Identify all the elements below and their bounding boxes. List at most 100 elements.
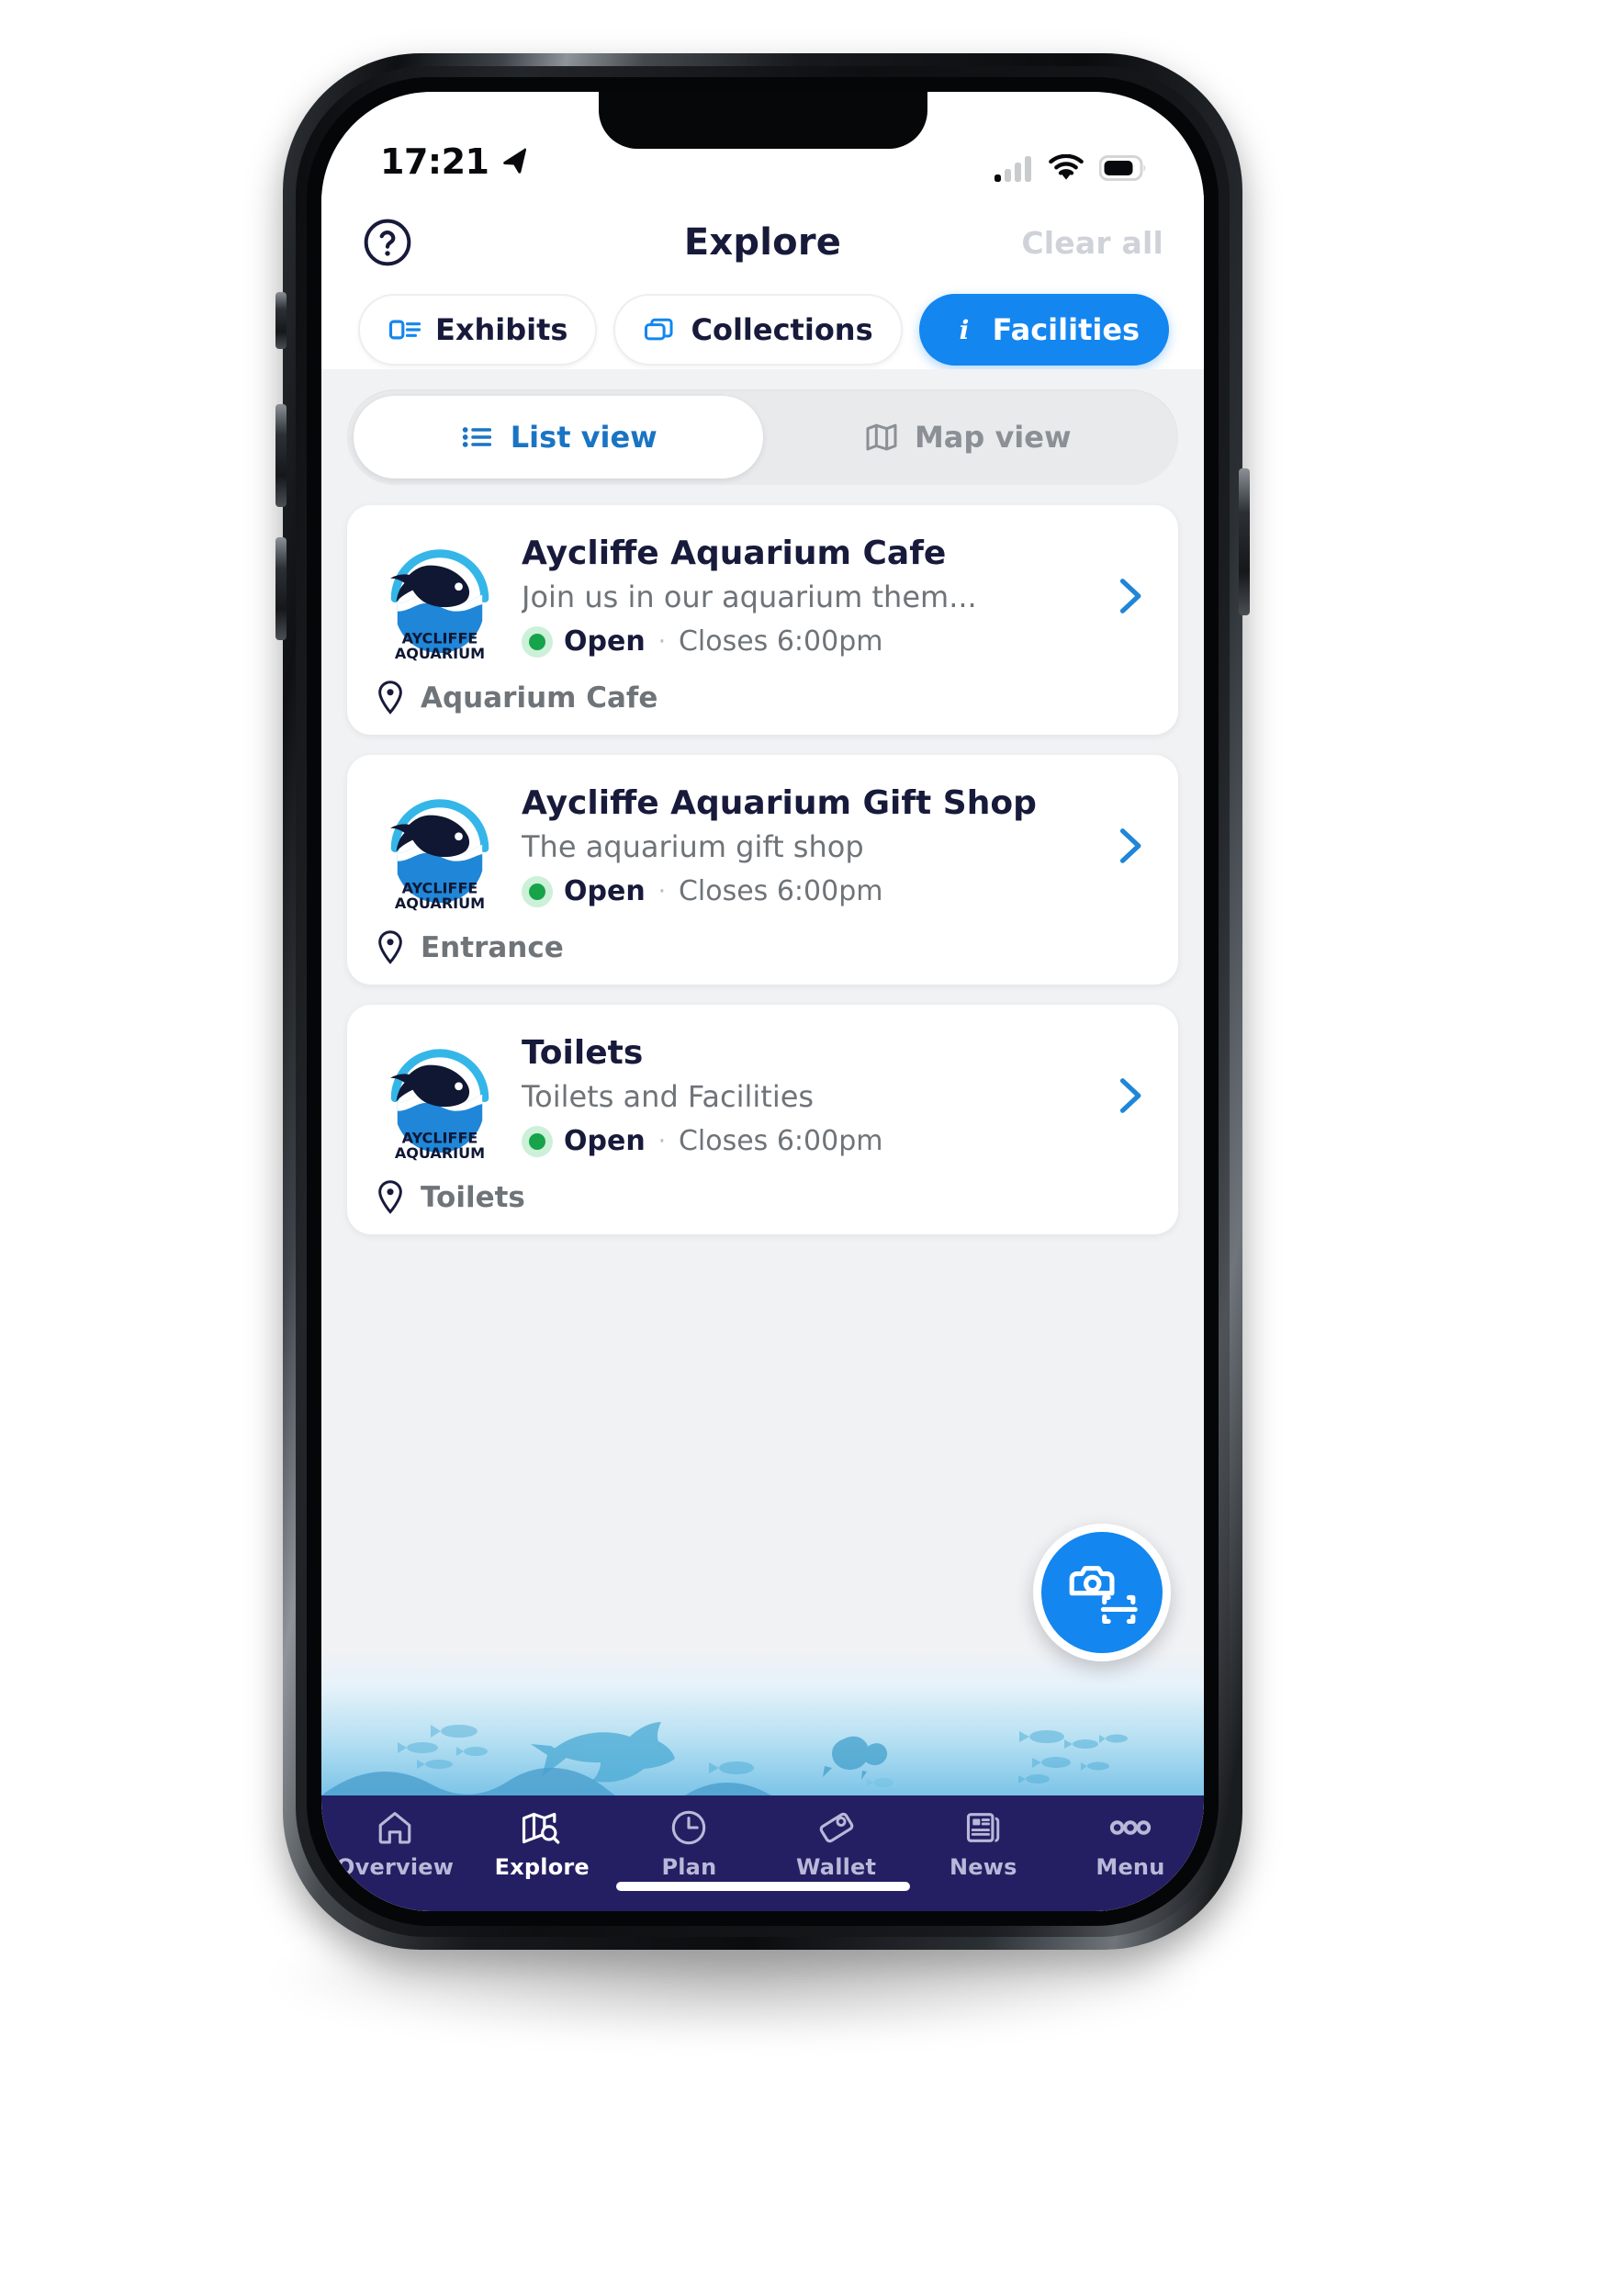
screenshot-stage: 17:21 Explore Clear all Exhibits Collect… bbox=[0, 0, 1607, 2296]
facility-location-row: Aquarium Cafe bbox=[369, 667, 1156, 716]
volume-down-button[interactable] bbox=[275, 537, 287, 640]
status-badge: Open bbox=[564, 1125, 646, 1157]
chevron-right-icon[interactable] bbox=[1105, 1072, 1152, 1120]
tab-explore[interactable]: Explore bbox=[468, 1806, 615, 1880]
status-bar: 17:21 bbox=[321, 92, 1204, 195]
three-dots-icon bbox=[1106, 1806, 1155, 1849]
map-pin-icon bbox=[378, 930, 402, 964]
aycliffe-aquarium-logo: AYCLIFFE AQUARIUM bbox=[390, 549, 489, 662]
facility-description: Toilets and Facilities bbox=[522, 1079, 815, 1114]
info-icon: i bbox=[959, 314, 969, 345]
facility-card-content: Aycliffe Aquarium Cafe Join us in our aq… bbox=[516, 535, 1099, 658]
facility-location: Toilets bbox=[421, 1181, 525, 1214]
facility-card-top: AYCLIFFE AQUARIUM Aycliffe Aquarium Cafe… bbox=[369, 525, 1156, 667]
facility-description: Join us in our aquarium them... bbox=[522, 580, 977, 614]
logo-text-line2: AQUARIUM bbox=[395, 645, 485, 662]
camera-scan-icon bbox=[1069, 1566, 1138, 1624]
scan-button[interactable] bbox=[1033, 1524, 1171, 1661]
newspaper-icon bbox=[963, 1806, 1004, 1849]
phone-screen: 17:21 Explore Clear all Exhibits Collect… bbox=[321, 92, 1204, 1911]
facility-status-row: Open · Closes 6:00pm bbox=[522, 875, 1099, 907]
status-dot-icon bbox=[522, 1125, 553, 1157]
tab-label: Menu bbox=[1096, 1854, 1165, 1880]
tab-label: Overview bbox=[336, 1854, 455, 1880]
bottom-navigation-wrapper: Overview Explore Plan Wallet News Menu bbox=[321, 1795, 1204, 1911]
tab-news[interactable]: News bbox=[910, 1806, 1057, 1880]
status-bar-time: 17:21 bbox=[380, 141, 489, 182]
map-pin-icon bbox=[378, 1180, 402, 1214]
tab-wallet[interactable]: Wallet bbox=[763, 1806, 910, 1880]
view-toggle-label: Map view bbox=[914, 420, 1072, 455]
chevron-right-icon[interactable] bbox=[1105, 572, 1152, 620]
folded-map-icon bbox=[866, 423, 897, 451]
power-button[interactable] bbox=[1239, 468, 1250, 615]
filter-chip-exhibits[interactable]: Exhibits bbox=[358, 294, 598, 366]
facility-card[interactable]: AYCLIFFE AQUARIUM Aycliffe Aquarium Gift… bbox=[347, 755, 1178, 985]
aycliffe-aquarium-logo: AYCLIFFE AQUARIUM bbox=[390, 1049, 489, 1162]
status-badge: Open bbox=[564, 625, 646, 658]
view-toggle-list[interactable]: List view bbox=[354, 396, 763, 478]
facility-status-row: Open · Closes 6:00pm bbox=[522, 625, 1099, 658]
cellular-signal-icon bbox=[995, 156, 1031, 182]
facility-card-content: Aycliffe Aquarium Gift Shop The aquarium… bbox=[516, 784, 1099, 907]
facility-card-top: AYCLIFFE AQUARIUM Toilets Toilets and Fa… bbox=[369, 1025, 1156, 1166]
facility-card[interactable]: AYCLIFFE AQUARIUM Aycliffe Aquarium Cafe… bbox=[347, 505, 1178, 735]
facility-card[interactable]: AYCLIFFE AQUARIUM Toilets Toilets and Fa… bbox=[347, 1005, 1178, 1234]
status-separator: · bbox=[657, 1127, 666, 1155]
filter-chip-label: Facilities bbox=[992, 312, 1141, 347]
bulleted-list-icon bbox=[462, 427, 491, 447]
tab-label: News bbox=[949, 1854, 1017, 1880]
ticket-icon bbox=[816, 1806, 857, 1849]
underwater-scene bbox=[321, 1722, 1128, 1795]
status-bar-left: 17:21 bbox=[380, 141, 531, 182]
status-dot-icon bbox=[522, 875, 553, 907]
facility-location-row: Entrance bbox=[369, 917, 1156, 966]
clear-all-button[interactable]: Clear all bbox=[1021, 225, 1163, 261]
tab-plan[interactable]: Plan bbox=[615, 1806, 762, 1880]
tab-menu[interactable]: Menu bbox=[1057, 1806, 1204, 1880]
app-body: List view Map view AYCLIFFE AQUARIUM Ayc… bbox=[321, 369, 1204, 1911]
facilities-list: AYCLIFFE AQUARIUM Aycliffe Aquarium Cafe… bbox=[321, 485, 1204, 1234]
map-search-icon bbox=[521, 1806, 563, 1849]
facility-title: Aycliffe Aquarium Gift Shop bbox=[522, 784, 1037, 822]
home-icon bbox=[375, 1806, 415, 1849]
navigation-bar: Explore Clear all bbox=[321, 195, 1204, 290]
clock-icon bbox=[669, 1806, 709, 1849]
view-toggle-map[interactable]: Map view bbox=[763, 396, 1173, 478]
facility-status-row: Open · Closes 6:00pm bbox=[522, 1125, 1099, 1157]
wifi-icon bbox=[1049, 154, 1084, 180]
status-separator: · bbox=[657, 627, 666, 656]
status-badge: Open bbox=[564, 875, 646, 907]
facility-title: Toilets bbox=[522, 1034, 644, 1072]
aycliffe-aquarium-logo: AYCLIFFE AQUARIUM bbox=[390, 799, 489, 912]
facility-location-row: Toilets bbox=[369, 1166, 1156, 1216]
tab-label: Plan bbox=[661, 1854, 717, 1880]
facility-hours: Closes 6:00pm bbox=[678, 625, 883, 658]
volume-up-button[interactable] bbox=[275, 404, 287, 507]
facility-card-content: Toilets Toilets and Facilities Open · Cl… bbox=[516, 1034, 1099, 1157]
chevron-right-icon[interactable] bbox=[1105, 822, 1152, 870]
status-dot-icon bbox=[522, 625, 553, 658]
facility-title: Aycliffe Aquarium Cafe bbox=[522, 535, 947, 572]
location-arrow-icon bbox=[503, 148, 527, 174]
status-separator: · bbox=[657, 877, 666, 906]
tab-label: Wallet bbox=[795, 1854, 877, 1880]
view-toggle-wrapper: List view Map view bbox=[321, 369, 1204, 485]
silent-switch-button[interactable] bbox=[275, 292, 287, 349]
home-indicator[interactable] bbox=[615, 1882, 910, 1891]
filter-chip-label: Exhibits bbox=[435, 312, 568, 347]
filter-chip-facilities[interactable]: i Facilities bbox=[918, 294, 1170, 366]
tab-overview[interactable]: Overview bbox=[321, 1806, 468, 1880]
facility-location: Aquarium Cafe bbox=[421, 681, 658, 715]
battery-icon bbox=[1099, 155, 1146, 181]
view-toggle: List view Map view bbox=[347, 389, 1178, 485]
logo-text-line2: AQUARIUM bbox=[395, 1144, 485, 1162]
facility-card-top: AYCLIFFE AQUARIUM Aycliffe Aquarium Gift… bbox=[369, 775, 1156, 917]
bottom-navigation: Overview Explore Plan Wallet News Menu bbox=[321, 1795, 1204, 1911]
facility-hours: Closes 6:00pm bbox=[678, 875, 883, 907]
ocean-decoration bbox=[321, 1649, 1204, 1795]
filter-chip-collections[interactable]: Collections bbox=[613, 294, 903, 366]
facility-description: The aquarium gift shop bbox=[522, 829, 864, 864]
app-header: Explore Clear all Exhibits Collections i… bbox=[321, 195, 1204, 369]
tab-label: Explore bbox=[494, 1854, 590, 1880]
